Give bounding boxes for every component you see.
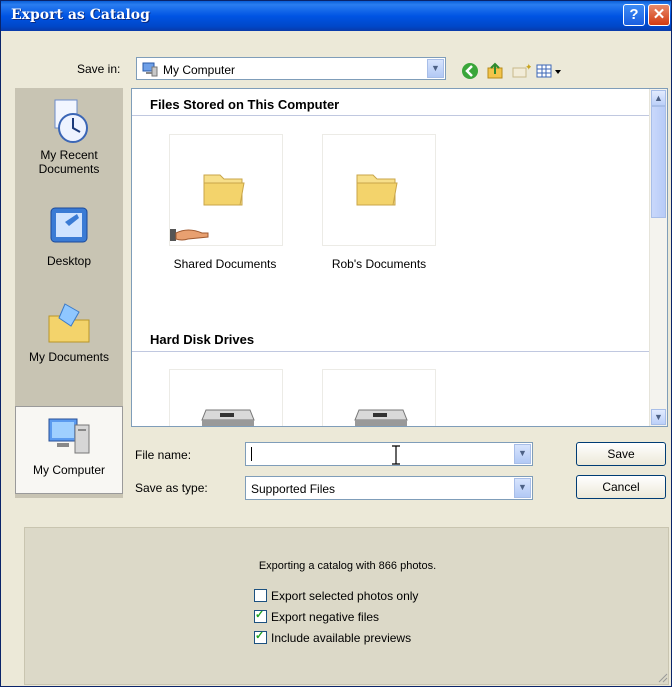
save-type-dropdown[interactable]: Supported Files ▼ [245,476,533,500]
option-label: Include available previews [271,631,412,645]
up-folder-icon[interactable] [486,62,504,80]
place-desktop[interactable]: Desktop [15,204,123,268]
save-in-value: My Computer [163,63,236,77]
place-my-documents[interactable]: My Documents [15,300,123,364]
close-icon: ✕ [652,6,666,23]
tile-label: Rob's Documents [331,257,427,271]
places-bar: My Recent Documents Desktop My Documents… [15,88,123,498]
export-options-panel: Exporting a catalog with 866 photos. Exp… [24,527,669,685]
place-my-computer[interactable]: My Computer [15,406,123,494]
place-label: My Documents [28,350,110,364]
save-type-label: Save as type: [135,481,208,495]
help-button[interactable]: ? [623,4,645,26]
file-name-input[interactable]: ▼ [245,442,533,466]
place-label: Desktop [46,254,92,268]
place-label: My Recent Documents [38,148,100,176]
window-title: Export as Catalog [11,7,150,23]
cancel-button[interactable]: Cancel [576,475,666,499]
new-folder-icon[interactable]: ✦ [511,62,533,80]
svg-text:✦: ✦ [525,62,531,72]
file-list-pane[interactable]: Files Stored on This Computer Shared Doc… [131,88,668,427]
title-bar[interactable]: Export as Catalog ? ✕ [1,1,671,31]
checkbox[interactable] [254,589,267,602]
scroll-up-icon[interactable]: ▲ [651,90,666,106]
group-header: Files Stored on This Computer [150,97,340,112]
drive-tile[interactable] [322,369,436,426]
desktop-icon [45,204,93,250]
folder-tile-shared-documents[interactable] [169,134,283,246]
export-message: Exporting a catalog with 866 photos. [258,560,437,572]
option-label: Export negative files [271,610,380,624]
scroll-thumb[interactable] [651,106,666,218]
export-catalog-dialog: Export as Catalog ? ✕ Save in: My Comput… [0,0,672,687]
shared-folder-icon [203,174,245,206]
my-documents-icon [45,300,93,346]
recent-documents-icon [45,98,93,144]
save-in-label: Save in: [77,62,121,76]
chevron-down-icon[interactable]: ▼ [514,478,531,498]
save-in-dropdown[interactable]: My Computer ▼ [136,57,446,80]
tile-label: Shared Documents [173,257,277,271]
checkbox-checked[interactable] [254,629,267,644]
chevron-down-icon[interactable]: ▼ [514,444,531,464]
option-label: Export selected photos only [271,589,419,603]
group-divider [132,115,649,116]
place-label: My Computer [32,463,106,477]
folder-icon [356,174,398,206]
save-button[interactable]: Save [576,442,666,466]
views-menu-icon[interactable] [535,62,569,80]
help-icon: ? [629,6,639,23]
option-export-selected[interactable]: Export selected photos only [254,589,418,603]
hard-disk-icon [201,409,255,426]
my-computer-small-icon [142,62,158,77]
place-recent-documents[interactable]: My Recent Documents [15,98,123,176]
option-export-negatives[interactable]: Export negative files [254,608,380,624]
scroll-down-icon[interactable]: ▼ [651,409,666,425]
shared-hand-icon [170,229,209,241]
option-include-previews[interactable]: Include available previews [254,629,412,645]
back-icon[interactable] [461,62,479,80]
chevron-down-icon[interactable]: ▼ [427,59,444,78]
text-caret [251,447,252,461]
vertical-scrollbar[interactable]: ▲ ▼ [649,89,667,426]
folder-tile-robs-documents[interactable] [322,134,436,246]
resize-grip-icon[interactable] [658,673,668,683]
drive-tile[interactable] [169,369,283,426]
checkbox-checked[interactable] [254,608,267,623]
group-header: Hard Disk Drives [150,332,255,347]
hard-disk-icon [354,409,408,426]
ibeam-cursor-icon [392,445,400,465]
close-button[interactable]: ✕ [648,4,670,26]
save-type-value: Supported Files [251,482,336,496]
file-name-label: File name: [135,448,192,462]
group-divider [132,351,649,352]
my-computer-icon [45,413,93,459]
